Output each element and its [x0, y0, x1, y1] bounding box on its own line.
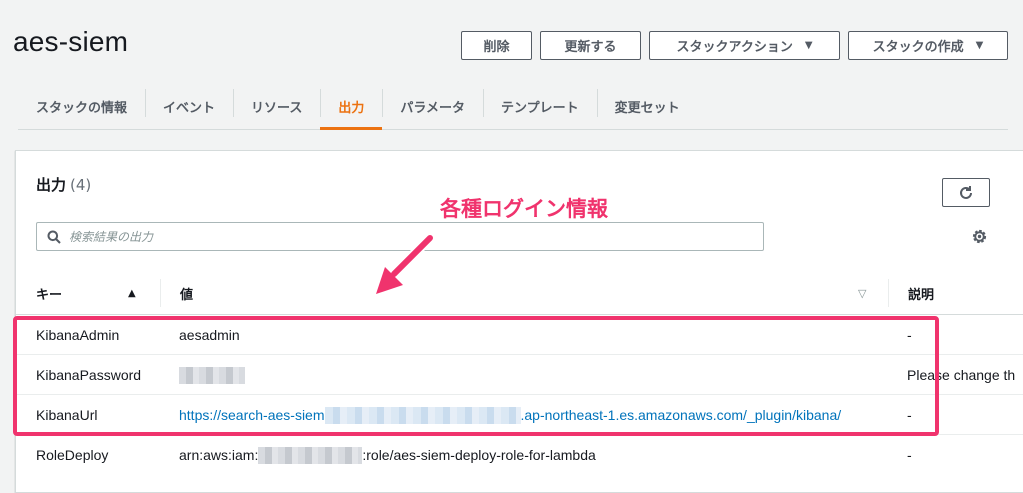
output-key: RoleDeploy [36, 447, 109, 463]
outputs-count: (4) [70, 176, 92, 194]
column-divider [888, 279, 889, 307]
output-description: Please change th [907, 367, 1016, 383]
search-input[interactable] [69, 229, 763, 244]
redacted-domain [324, 406, 521, 424]
column-header-value[interactable]: 値 [180, 271, 193, 315]
settings-gear-icon[interactable] [971, 228, 988, 250]
output-key: KibanaAdmin [36, 327, 120, 343]
column-key-label: キー [36, 287, 63, 303]
output-value-redacted [179, 355, 245, 395]
caret-down-icon: ▼ [804, 40, 813, 51]
column-header-key[interactable]: キー [36, 271, 62, 315]
tab-events[interactable]: イベント [145, 83, 233, 129]
header-actions: 削除 更新する スタックアクション ▼ スタックの作成 ▼ [461, 31, 1008, 60]
kibana-url-link[interactable]: https://search-aes-siem .ap-northeast-1.e… [179, 395, 841, 435]
column-header-description[interactable]: 説明 [908, 271, 934, 315]
refresh-icon [960, 185, 972, 199]
tab-resources[interactable]: リソース [233, 83, 320, 129]
create-stack-label: スタックの作成 [872, 40, 964, 55]
column-description-label: 説明 [908, 287, 935, 303]
column-value-label: 値 [180, 287, 194, 303]
arn-suffix: :role/aes-siem-deploy-role-for-lambda [362, 447, 596, 463]
table-header: キー ▲ 値 ▽ 説明 [16, 271, 1023, 315]
table-row: RoleDeploy arn:aws:iam: :role/aes-siem-de… [16, 435, 1023, 475]
tab-parameters[interactable]: パラメータ [382, 83, 483, 129]
caret-down-icon: ▼ [975, 40, 984, 51]
outputs-title-text: 出力 [36, 176, 67, 194]
link-suffix: .ap-northeast-1.es.amazonaws.com/_plugin… [520, 407, 842, 423]
redacted-password [179, 366, 245, 384]
arn-prefix: arn:aws:iam: [179, 447, 259, 463]
tab-template[interactable]: テンプレート [483, 83, 597, 129]
update-button-label: 更新する [564, 40, 617, 55]
output-description: - [907, 447, 912, 463]
tab-bar: スタックの情報 イベント リソース 出力 パラメータ テンプレート 変更セット [18, 83, 1008, 130]
redacted-account-id [258, 446, 363, 464]
output-key: KibanaPassword [36, 367, 142, 383]
outputs-title: 出力 (4) [36, 174, 91, 195]
page-title: aes-siem [13, 26, 129, 57]
delete-button-label: 削除 [483, 40, 510, 55]
stack-actions-button[interactable]: スタックアクション ▼ [649, 31, 840, 60]
table-row: KibanaAdmin aesadmin - [16, 315, 1023, 355]
stack-actions-label: スタックアクション [676, 40, 793, 55]
tab-change-sets[interactable]: 変更セット [596, 83, 698, 129]
sort-caret-icon[interactable]: ▽ [858, 271, 866, 315]
table-row: KibanaUrl https://search-aes-siem .ap-nor… [16, 395, 1023, 435]
output-description: - [907, 407, 912, 423]
refresh-button[interactable] [942, 178, 990, 207]
search-icon [47, 230, 61, 244]
create-stack-button[interactable]: スタックの作成 ▼ [848, 31, 1008, 60]
table-row: KibanaPassword Please change th [16, 355, 1023, 395]
output-description: - [907, 327, 912, 343]
update-button[interactable]: 更新する [540, 31, 641, 60]
search-field[interactable] [36, 222, 764, 251]
tab-stack-info[interactable]: スタックの情報 [18, 83, 145, 129]
column-divider [160, 279, 161, 307]
delete-button[interactable]: 削除 [461, 31, 532, 60]
tab-outputs[interactable]: 出力 [320, 83, 383, 130]
output-value: arn:aws:iam: :role/aes-siem-deploy-role-f… [179, 435, 596, 475]
outputs-table: キー ▲ 値 ▽ 説明 KibanaAdmin aesadmin - Kiban… [16, 271, 1023, 475]
output-key: KibanaUrl [36, 407, 98, 423]
output-value: aesadmin [179, 327, 240, 343]
sort-ascending-icon[interactable]: ▲ [128, 271, 136, 315]
link-prefix: https://search-aes-siem [179, 407, 325, 423]
annotation-label: 各種ログイン情報 [440, 197, 608, 221]
